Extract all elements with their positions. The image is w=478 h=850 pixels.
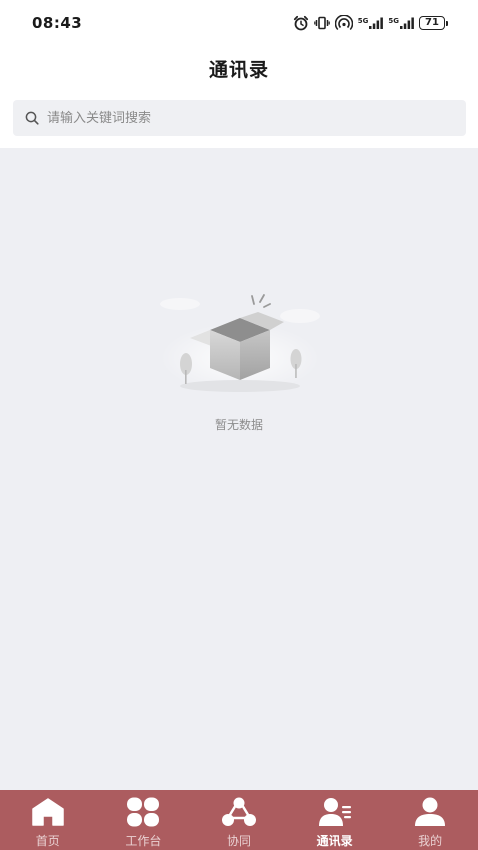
user-icon: [412, 796, 448, 828]
tab-collaboration-label: 协同: [226, 834, 251, 848]
tab-home[interactable]: 首页: [0, 790, 96, 850]
tab-workbench[interactable]: 工作台: [96, 790, 192, 850]
status-bar: 08:43 5G 5G 71: [0, 0, 478, 46]
contacts-icon: [317, 796, 353, 828]
battery-icon: 71: [419, 16, 448, 30]
home-icon: [30, 796, 66, 828]
grid-icon: [125, 796, 161, 828]
collaboration-icon: [221, 796, 257, 828]
tab-profile-label: 我的: [418, 834, 443, 848]
status-time: 08:43: [32, 14, 83, 32]
empty-box-icon: [160, 294, 320, 393]
tab-contacts-label: 通讯录: [316, 834, 353, 848]
signal-1-label: 5G: [357, 17, 369, 25]
signal-2-label: 5G: [388, 17, 399, 25]
bottom-tab-bar: 首页 工作台 协同 通讯录 我的: [0, 790, 478, 850]
tab-profile[interactable]: 我的: [382, 790, 478, 850]
status-icons: 5G 5G 71: [293, 15, 448, 31]
tab-home-label: 首页: [35, 834, 60, 848]
empty-state-text: 暂无数据: [214, 418, 263, 432]
tab-contacts[interactable]: 通讯录: [287, 790, 383, 850]
page-title: 通讯录: [208, 58, 269, 81]
contact-list-area: 暂无数据: [0, 148, 478, 790]
search-box[interactable]: [13, 100, 466, 136]
header: 通讯录: [0, 46, 478, 90]
vibrate-icon: [313, 15, 330, 31]
hotspot-icon: [334, 15, 353, 31]
search-input[interactable]: [47, 103, 447, 133]
tab-collaboration[interactable]: 协同: [191, 790, 287, 850]
battery-level: 71: [419, 16, 445, 30]
alarm-icon: [293, 15, 309, 31]
search-icon: [25, 111, 39, 125]
signal-1-icon: 5G: [358, 17, 384, 29]
tab-workbench-label: 工作台: [125, 834, 162, 848]
signal-2-icon: 5G: [388, 17, 414, 29]
search-bar: [0, 90, 478, 148]
